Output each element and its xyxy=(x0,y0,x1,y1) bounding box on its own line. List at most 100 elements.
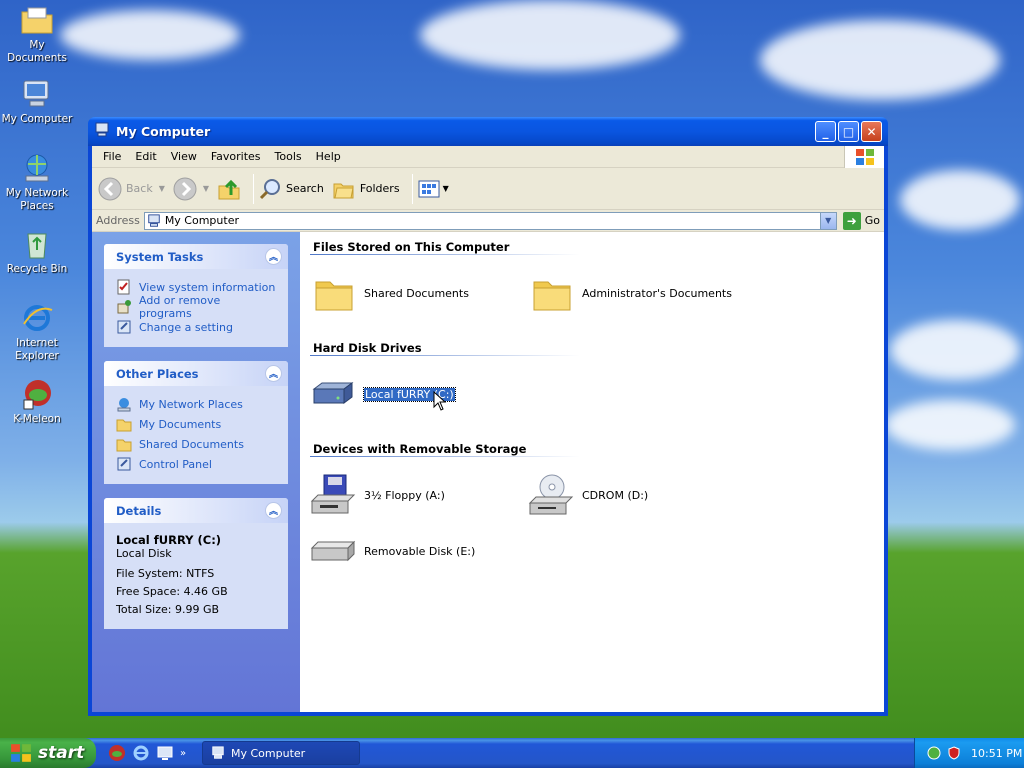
desktop-icon-label: My Computer xyxy=(1,113,73,125)
details-panel: Details ︽ Local fURRY (C:) Local Disk Fi… xyxy=(104,498,288,629)
item-administrators-documents[interactable]: Administrator's Documents xyxy=(528,265,746,321)
details-title: Details xyxy=(116,503,162,518)
back-dropdown-icon[interactable]: ▼ xyxy=(159,184,165,193)
window-computer-icon xyxy=(94,122,110,141)
menu-view[interactable]: View xyxy=(164,150,204,163)
task-label: Add or remove programs xyxy=(139,294,221,320)
file-list-pane: Files Stored on This Computer Shared Doc… xyxy=(300,232,884,712)
internet-explorer-quicklaunch-icon[interactable] xyxy=(132,744,150,762)
network-tray-icon[interactable] xyxy=(927,746,941,760)
item-floppy-a[interactable]: 3½ Floppy (A:) xyxy=(310,467,528,523)
menu-bar: File Edit View Favorites Tools Help xyxy=(92,146,884,168)
address-value: My Computer xyxy=(164,214,239,227)
forward-button[interactable]: ▼ xyxy=(173,177,209,201)
group-hard-disk-header: Hard Disk Drives xyxy=(313,341,422,355)
task-change-setting[interactable]: Change a setting xyxy=(116,317,276,337)
views-icon xyxy=(418,180,440,197)
task-add-remove-programs[interactable]: Add or remove programs xyxy=(116,294,276,320)
group-removable-items: 3½ Floppy (A:) CDROM (D:) Removable Disk… xyxy=(310,467,770,579)
item-removable-disk-e[interactable]: Removable Disk (E:) xyxy=(310,523,528,579)
window-title: My Computer xyxy=(116,124,211,139)
desktop-icon-label: My Documents xyxy=(7,39,67,64)
security-shield-icon[interactable] xyxy=(947,746,961,760)
details-header[interactable]: Details ︽ xyxy=(104,498,288,523)
item-label: Removable Disk (E:) xyxy=(364,544,476,558)
other-places-header[interactable]: Other Places ︽ xyxy=(104,361,288,386)
title-bar[interactable]: My Computer _ □ ✕ xyxy=(88,117,888,146)
menu-tools[interactable]: Tools xyxy=(268,150,309,163)
maximize-icon: □ xyxy=(842,124,855,139)
folders-button[interactable]: Folders xyxy=(332,177,400,201)
detail-file-system: File System: NTFS xyxy=(116,567,215,580)
folder-documents-icon xyxy=(20,4,54,36)
item-label: Administrator's Documents xyxy=(582,286,732,300)
views-button[interactable]: ▼ xyxy=(417,178,449,200)
search-button[interactable]: Search xyxy=(258,177,324,201)
desktop-icon-my-documents[interactable]: My Documents xyxy=(0,4,74,65)
show-desktop-icon[interactable] xyxy=(156,744,174,762)
toolbar-separator xyxy=(253,173,255,204)
forward-arrow-icon xyxy=(173,177,197,200)
item-label: CDROM (D:) xyxy=(582,488,649,502)
search-label: Search xyxy=(286,182,324,195)
place-my-network-places[interactable]: My Network Places xyxy=(116,394,276,414)
detail-drive-name: Local fURRY (C:) xyxy=(116,533,222,547)
forward-dropdown-icon[interactable]: ▼ xyxy=(203,184,209,193)
details-body: Local fURRY (C:) Local Disk File System:… xyxy=(104,523,288,629)
up-folder-button[interactable] xyxy=(217,177,241,201)
taskbar-item-my-computer[interactable]: My Computer xyxy=(202,741,360,765)
toolbar-separator xyxy=(411,173,413,204)
collapse-chevron-icon[interactable]: ︽ xyxy=(265,365,282,382)
group-divider xyxy=(310,254,580,255)
control-panel-icon xyxy=(117,457,131,471)
maximize-button[interactable]: □ xyxy=(838,121,859,142)
system-tasks-header[interactable]: System Tasks ︽ xyxy=(104,244,288,269)
go-label: Go xyxy=(864,214,880,227)
folder-icon xyxy=(528,269,576,317)
menu-edit[interactable]: Edit xyxy=(128,150,163,163)
place-my-documents[interactable]: My Documents xyxy=(116,414,276,434)
desktop-icon-recycle-bin[interactable]: Recycle Bin xyxy=(0,228,74,276)
desktop-icon-internet-explorer[interactable]: Internet Explorer xyxy=(0,302,74,363)
address-dropdown-icon[interactable]: ▼ xyxy=(819,212,836,229)
go-button[interactable]: ➜ Go xyxy=(842,211,880,230)
search-icon xyxy=(259,178,281,199)
windows-flag-icon xyxy=(11,744,31,762)
minimize-button[interactable]: _ xyxy=(815,121,836,142)
item-local-disk-c[interactable]: Local fURRY (C:) xyxy=(310,366,528,422)
standard-toolbar: Back ▼ ▼ Search Folders ▼ xyxy=(92,168,884,210)
place-shared-documents[interactable]: Shared Documents xyxy=(116,434,276,454)
back-button[interactable]: Back ▼ xyxy=(98,177,165,201)
collapse-chevron-icon[interactable]: ︽ xyxy=(265,502,282,519)
desktop-icon-my-computer[interactable]: My Computer xyxy=(0,78,74,126)
menu-file[interactable]: File xyxy=(96,150,128,163)
menu-help[interactable]: Help xyxy=(309,150,348,163)
taskbar: start » My Computer 10:51 PM xyxy=(0,738,1024,768)
item-cdrom-d[interactable]: CDROM (D:) xyxy=(528,467,746,523)
desktop-cloud xyxy=(420,0,680,70)
desktop-icon-my-network-places[interactable]: My Network Places xyxy=(0,152,74,213)
menu-favorites[interactable]: Favorites xyxy=(204,150,268,163)
k-meleon-quicklaunch-icon[interactable] xyxy=(108,744,126,762)
start-button[interactable]: start xyxy=(0,738,96,768)
detail-free-space: Free Space: 4.46 GB xyxy=(116,585,228,598)
views-dropdown-icon: ▼ xyxy=(442,184,449,193)
close-button[interactable]: ✕ xyxy=(861,121,882,142)
minimize-icon: _ xyxy=(822,124,829,139)
item-shared-documents[interactable]: Shared Documents xyxy=(310,265,528,321)
collapse-chevron-icon[interactable]: ︽ xyxy=(265,248,282,265)
task-label: View system information xyxy=(139,280,276,294)
system-information-icon xyxy=(117,279,130,295)
place-label: Control Panel xyxy=(139,457,212,471)
desktop-cloud xyxy=(60,10,240,60)
clock[interactable]: 10:51 PM xyxy=(971,747,1022,760)
address-input[interactable]: My Computer ▼ xyxy=(143,211,837,230)
taskbar-item-label: My Computer xyxy=(231,746,306,760)
quick-launch-more-icon[interactable]: » xyxy=(180,748,186,759)
up-folder-icon xyxy=(218,179,240,199)
other-places-title: Other Places xyxy=(116,366,199,381)
place-control-panel[interactable]: Control Panel xyxy=(116,454,276,474)
task-pane: System Tasks ︽ View system information A… xyxy=(92,232,300,712)
other-places-body: My Network Places My Documents Shared Do… xyxy=(104,386,288,484)
desktop-icon-k-meleon[interactable]: K-Meleon xyxy=(0,378,74,426)
